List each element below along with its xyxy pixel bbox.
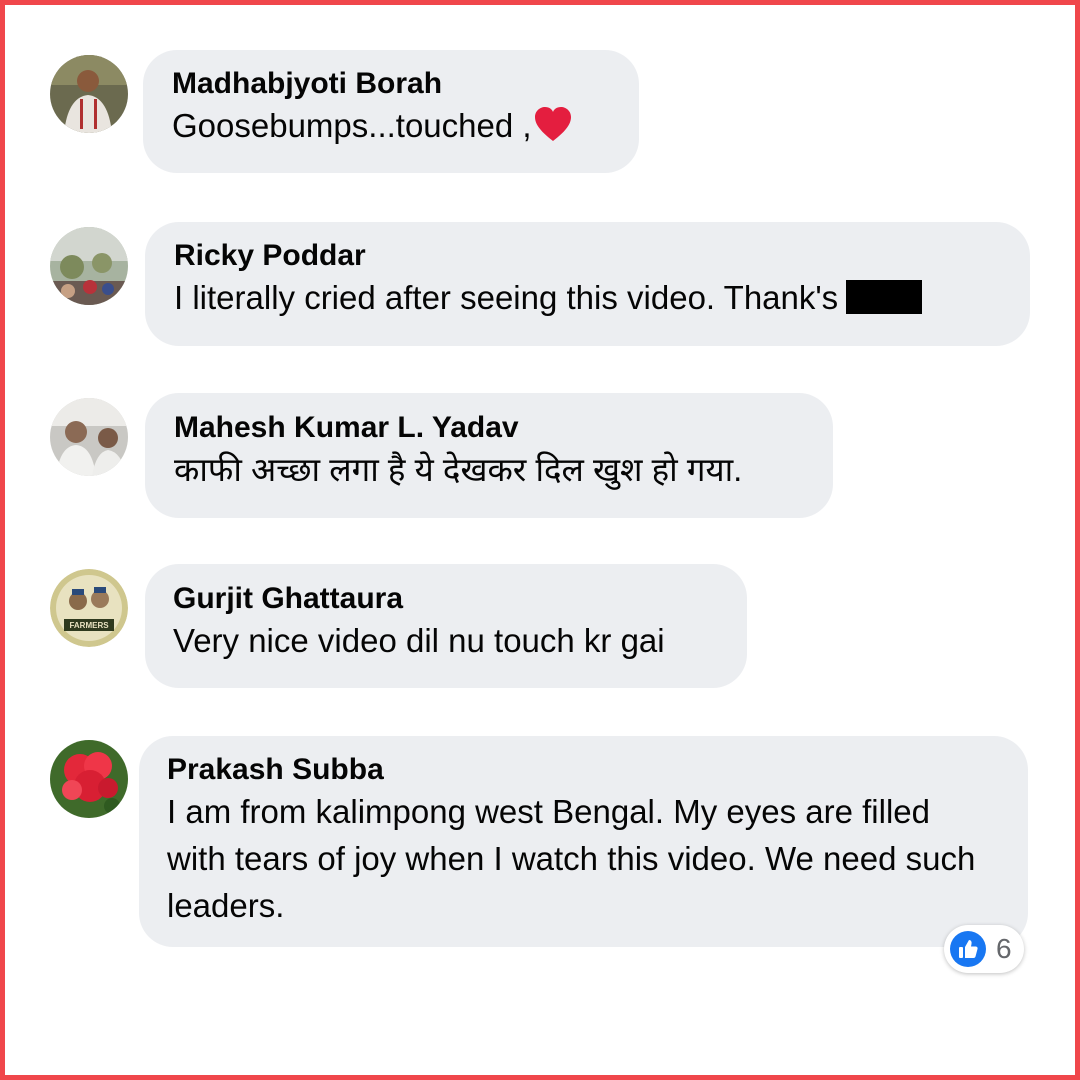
avatar[interactable] (50, 740, 128, 818)
reaction-badge[interactable]: 6 (944, 925, 1024, 973)
comment-text: Very nice video dil nu touch kr gai (173, 622, 665, 659)
comment-text-content: I literally cried after seeing this vide… (174, 279, 839, 316)
avatar[interactable] (50, 227, 128, 305)
like-icon (950, 931, 986, 967)
comment-author[interactable]: Prakash Subba (167, 752, 1004, 788)
comment-author[interactable]: Ricky Poddar (174, 238, 1004, 274)
comment-text: Goosebumps...touched , (172, 102, 611, 155)
comment-text: I am from kalimpong west Bengal. My eyes… (167, 793, 976, 924)
comment-author[interactable]: Mahesh Kumar L. Yadav (174, 410, 807, 446)
comment-bubble: Mahesh Kumar L. Yadav काफी अच्छा लगा है … (145, 393, 833, 518)
avatar[interactable] (50, 398, 128, 476)
avatar-logo-text: FARMERS (69, 621, 109, 630)
comment-bubble: Gurjit Ghattaura Very nice video dil nu … (145, 564, 747, 688)
user-photo (50, 55, 128, 133)
comment-bubble: Ricky Poddar I literally cried after see… (145, 222, 1030, 346)
comment-author[interactable]: Madhabjyoti Borah (172, 66, 611, 102)
redaction-block (846, 280, 923, 314)
comment-bubble: Prakash Subba I am from kalimpong west B… (139, 736, 1028, 947)
comment-text: काफी अच्छा लगा है ये देखकर दिल खुश हो गय… (174, 451, 743, 488)
user-photo (50, 740, 128, 818)
comment-text: I literally cried after seeing this vide… (174, 274, 1004, 321)
heart-emoji-icon (534, 107, 572, 155)
comment-text-content: Goosebumps...touched , (172, 107, 532, 144)
user-photo (50, 227, 128, 305)
comment-bubble: Madhabjyoti Borah Goosebumps...touched , (143, 50, 639, 173)
avatar[interactable]: FARMERS (50, 569, 128, 647)
user-photo (50, 398, 128, 476)
like-count: 6 (996, 933, 1012, 964)
user-photo: FARMERS (50, 569, 128, 647)
avatar[interactable] (50, 55, 128, 133)
comment-author[interactable]: Gurjit Ghattaura (173, 581, 721, 617)
